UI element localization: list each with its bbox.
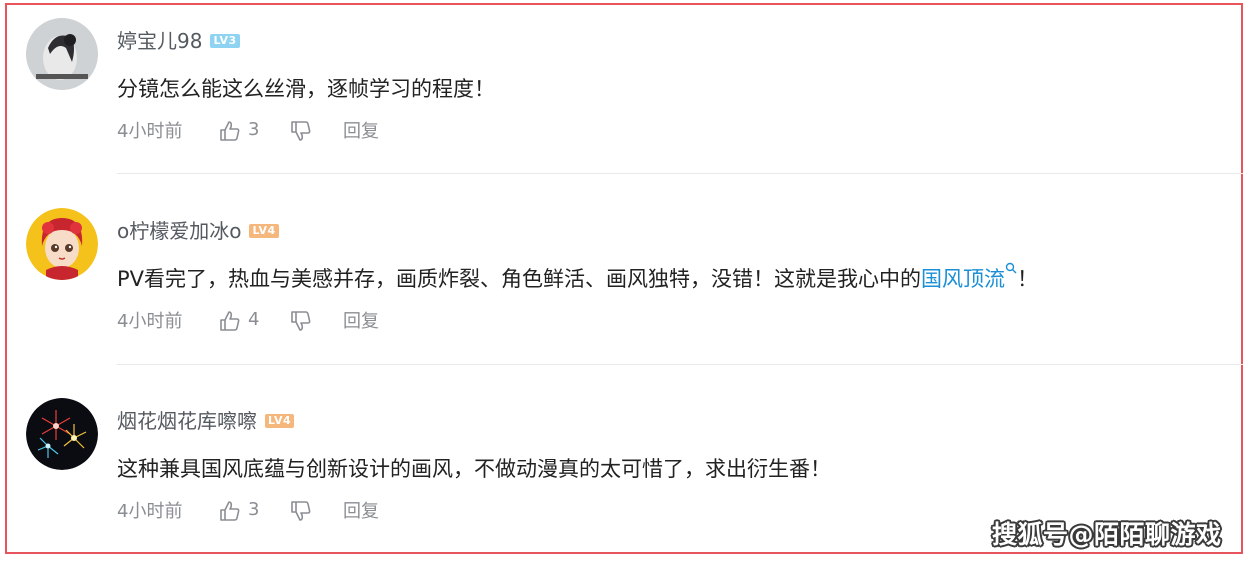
level-badge: LV3 — [210, 33, 240, 48]
comment-text: PV看完了，热血与美感并存，画质炸裂、角色鲜活、画风独特，没错！这就是我心中的国… — [117, 262, 1039, 294]
thumbs-down-icon — [291, 311, 311, 331]
thumbs-up-icon — [220, 501, 240, 521]
username[interactable]: 婷宝儿98 LV3 — [117, 28, 240, 54]
like-count: 3 — [248, 119, 260, 140]
timestamp: 4小时前 — [117, 501, 183, 522]
timestamp: 4小时前 — [117, 311, 183, 332]
watermark: 搜狐号@陌陌聊游戏 — [992, 520, 1222, 549]
level-badge: LV4 — [249, 223, 279, 238]
reply-button[interactable]: 回复 — [343, 499, 379, 525]
comment-text-part: PV看完了，热血与美感并存，画质炸裂、角色鲜活、画风独特，没错！这就是我心中的 — [117, 267, 922, 291]
user-avatar[interactable] — [26, 208, 98, 280]
user-avatar[interactable] — [26, 18, 98, 90]
thumbs-down-icon — [291, 121, 311, 141]
hashtag-link[interactable]: 国风顶流 — [921, 262, 1017, 291]
level-badge: LV4 — [265, 413, 295, 428]
comment-text-part: ！ — [1017, 267, 1039, 291]
avatar-girl-photo-icon — [26, 18, 98, 90]
avatar-cartoon-girl-icon — [26, 208, 98, 280]
username[interactable]: 烟花烟花库嚓嚓 LV4 — [117, 408, 295, 434]
like-button[interactable] — [218, 119, 242, 151]
username[interactable]: o柠檬爱加冰o LV4 — [117, 218, 279, 244]
thumbs-up-icon — [220, 121, 240, 141]
reply-button[interactable]: 回复 — [343, 309, 379, 335]
reply-button[interactable]: 回复 — [343, 119, 379, 145]
like-button[interactable] — [218, 499, 242, 531]
user-avatar[interactable] — [26, 398, 98, 470]
timestamp: 4小时前 — [117, 121, 183, 142]
avatar-fireworks-icon — [26, 398, 98, 470]
like-button[interactable] — [218, 309, 242, 341]
username-text[interactable]: 烟花烟花库嚓嚓 — [117, 409, 257, 433]
divider — [117, 364, 1243, 365]
like-count: 3 — [248, 499, 260, 520]
comment-text: 这种兼具国风底蕴与创新设计的画风，不做动漫真的太可惜了，求出衍生番！ — [117, 457, 831, 481]
username-text[interactable]: o柠檬爱加冰o — [117, 219, 241, 243]
comment-item: o柠檬爱加冰o LV4 PV看完了，热血与美感并存，画质炸裂、角色鲜活、画风独特，… — [0, 190, 1251, 380]
dislike-button[interactable] — [289, 309, 313, 341]
like-count: 4 — [248, 309, 260, 330]
divider — [117, 173, 1243, 174]
search-icon — [1005, 262, 1017, 274]
hashtag-text[interactable]: 国风顶流 — [921, 267, 1005, 291]
dislike-button[interactable] — [289, 499, 313, 531]
comment-text: 分镜怎么能这么丝滑，逐帧学习的程度！ — [117, 77, 495, 101]
dislike-button[interactable] — [289, 119, 313, 151]
thumbs-up-icon — [220, 311, 240, 331]
comment-item: 婷宝儿98 LV3 分镜怎么能这么丝滑，逐帧学习的程度！ 4小时前 3 回复 — [0, 0, 1251, 190]
thumbs-down-icon — [291, 501, 311, 521]
username-text[interactable]: 婷宝儿98 — [117, 29, 202, 53]
